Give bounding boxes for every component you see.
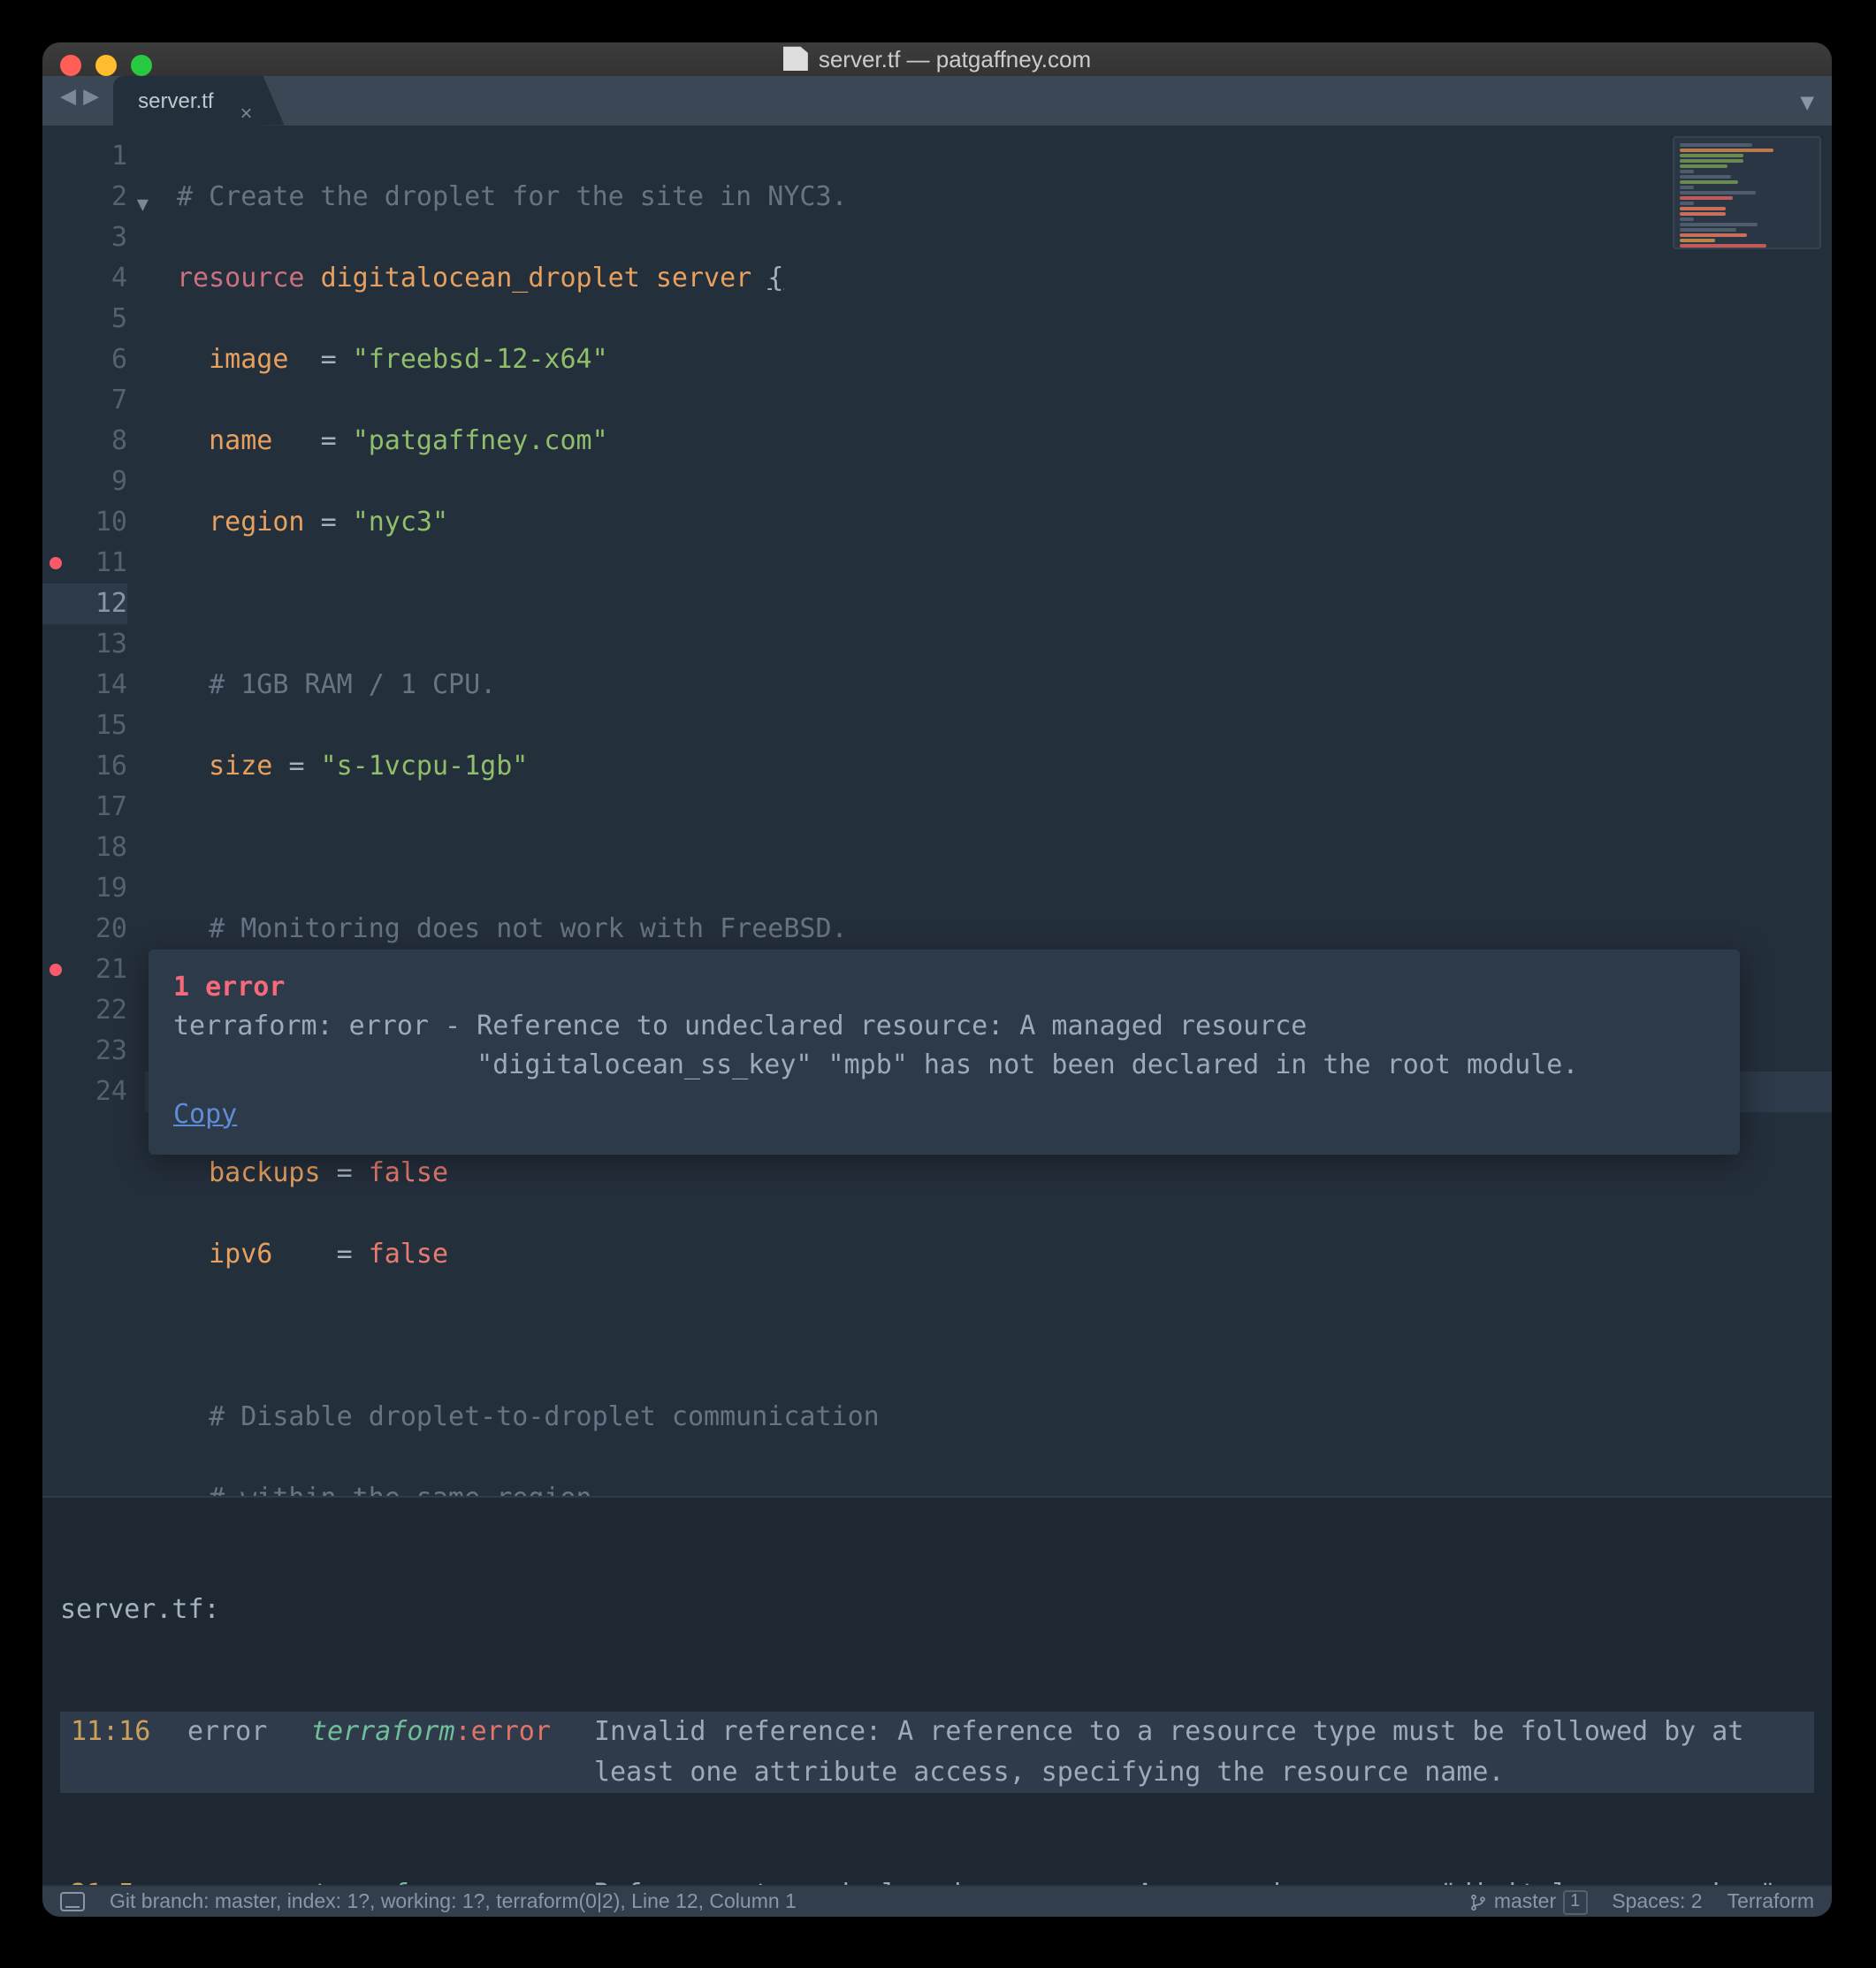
close-icon[interactable] xyxy=(60,55,81,76)
nav-back-icon[interactable]: ◀ xyxy=(60,80,76,111)
code-attr: backups xyxy=(209,1156,320,1188)
minimize-icon[interactable] xyxy=(95,55,117,76)
titlebar: server.tf — patgaffney.com xyxy=(42,42,1832,76)
problems-panel: server.tf: 11:16 error terraform:error I… xyxy=(42,1496,1832,1885)
problem-loc: 11:16 xyxy=(60,1712,187,1793)
code-attr: name xyxy=(209,424,272,456)
code-type: digitalocean_droplet xyxy=(321,262,640,294)
status-branch[interactable]: master 1 xyxy=(1469,1889,1587,1914)
code-area[interactable]: # Create the droplet for the site in NYC… xyxy=(145,126,1832,1497)
maximize-icon[interactable] xyxy=(131,55,152,76)
file-icon xyxy=(783,47,808,72)
problem-source: terraform:error xyxy=(311,1712,594,1793)
status-lang[interactable]: Terraform xyxy=(1727,1891,1814,1912)
branch-icon xyxy=(1469,1891,1487,1912)
editor-window: server.tf — patgaffney.com ◀ ▶ server.tf… xyxy=(42,42,1832,1917)
code-ident: server xyxy=(656,262,751,294)
error-tooltip: 1 error terraform: error - Reference to … xyxy=(149,950,1740,1155)
tab-server-tf[interactable]: server.tf × xyxy=(113,76,263,126)
code-comment: # Disable droplet-to-droplet communicati… xyxy=(209,1400,880,1432)
code-string: "s-1vcpu-1gb" xyxy=(321,750,529,782)
nav-arrows: ◀ ▶ xyxy=(60,80,99,111)
code-string: "freebsd-12-x64" xyxy=(353,343,608,375)
problem-message: Invalid reference: A reference to a reso… xyxy=(594,1712,1814,1793)
tabbar: ◀ ▶ server.tf × ▼ xyxy=(42,76,1832,126)
code-brace: { xyxy=(767,262,783,294)
code-comment: # 1GB RAM / 1 CPU. xyxy=(209,668,496,700)
tab-label: server.tf xyxy=(138,88,213,113)
code-attr: image xyxy=(209,343,288,375)
code-string: "patgaffney.com" xyxy=(353,424,608,456)
nav-forward-icon[interactable]: ▶ xyxy=(83,80,99,111)
code-keyword: resource xyxy=(177,262,305,294)
code-bool: false xyxy=(369,1156,448,1188)
status-spaces[interactable]: Spaces: 2 xyxy=(1612,1891,1702,1912)
gutter: 1 2▼ 3 4 5 6 7 8 9 10 11 12 13 14 15 16 … xyxy=(42,126,145,1497)
problem-row[interactable]: 11:16 error terraform:error Invalid refe… xyxy=(60,1712,1814,1793)
code-comment: # within the same region. xyxy=(209,1482,608,1497)
problem-severity: error xyxy=(187,1712,311,1793)
code-attr: region xyxy=(209,506,304,538)
code-bool: false xyxy=(369,1238,448,1270)
tooltip-body: terraform: error - Reference to undeclar… xyxy=(173,1006,1715,1084)
console-icon[interactable] xyxy=(60,1892,85,1911)
code-attr: ipv6 xyxy=(209,1238,272,1270)
tab-overflow-icon[interactable]: ▼ xyxy=(1800,90,1814,117)
code-attr: size xyxy=(209,750,272,782)
minimap[interactable] xyxy=(1673,136,1821,249)
traffic-lights xyxy=(60,55,152,76)
status-left: Git branch: master, index: 1?, working: … xyxy=(110,1891,797,1912)
editor-area: 1 2▼ 3 4 5 6 7 8 9 10 11 12 13 14 15 16 … xyxy=(42,126,1832,1497)
status-bar: Git branch: master, index: 1?, working: … xyxy=(42,1885,1832,1917)
tooltip-header: 1 error xyxy=(173,967,1715,1006)
window-title: server.tf — patgaffney.com xyxy=(819,46,1091,72)
panel-file: server.tf: xyxy=(60,1590,1814,1630)
code-comment: # Monitoring does not work with FreeBSD. xyxy=(209,912,847,944)
code-string: "nyc3" xyxy=(353,506,448,538)
code-comment: # Create the droplet for the site in NYC… xyxy=(177,180,848,212)
tooltip-copy-link[interactable]: Copy xyxy=(173,1095,237,1133)
